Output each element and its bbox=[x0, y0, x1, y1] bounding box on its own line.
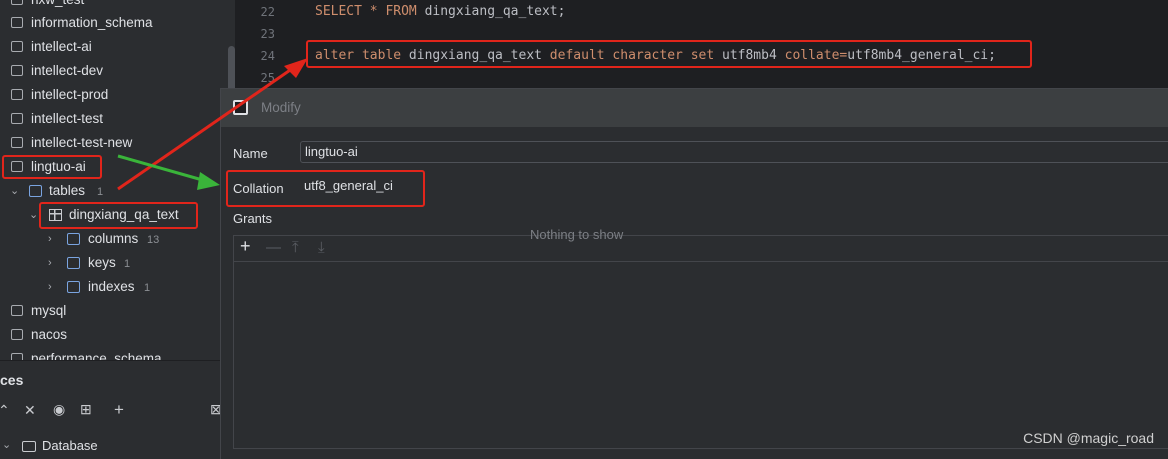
watermark: CSDN @magic_road bbox=[1023, 430, 1154, 446]
red-arrow-head bbox=[284, 58, 308, 78]
red-arrow bbox=[117, 64, 297, 191]
green-arrow-head bbox=[197, 172, 220, 190]
annotation-arrows bbox=[117, 58, 308, 191]
